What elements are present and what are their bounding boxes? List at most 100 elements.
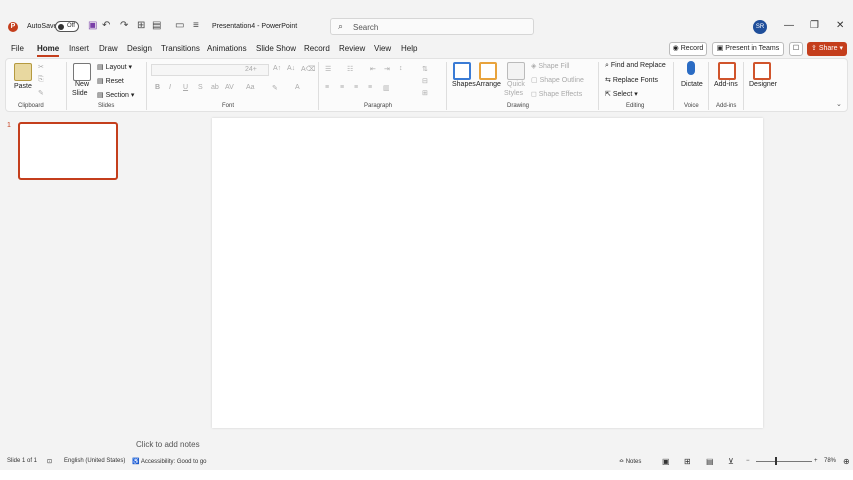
redo-icon[interactable]: ↷ bbox=[120, 20, 128, 31]
character-spacing-icon[interactable]: AV bbox=[225, 84, 234, 91]
comments-icon[interactable]: ☐ bbox=[789, 42, 803, 56]
arrange-icon[interactable] bbox=[479, 62, 497, 80]
present-from-start-icon[interactable]: ⊞ bbox=[137, 20, 145, 31]
highlight-icon[interactable]: ✎ bbox=[272, 84, 278, 92]
paste-icon[interactable] bbox=[14, 63, 32, 81]
smartart-icon[interactable]: ⊞ bbox=[422, 89, 428, 97]
replace-fonts-button[interactable]: ⇆ Replace Fonts bbox=[605, 76, 658, 84]
decrease-indent-icon[interactable]: ⇤ bbox=[370, 65, 376, 73]
numbering-icon[interactable]: ☷ bbox=[347, 65, 353, 73]
bold-button[interactable]: B bbox=[155, 84, 160, 91]
shape-fill-button[interactable]: ◈ Shape Fill bbox=[531, 62, 569, 70]
addins-icon[interactable] bbox=[718, 62, 736, 80]
language-status[interactable]: English (United States) bbox=[64, 458, 125, 464]
italic-button[interactable]: I bbox=[169, 84, 171, 91]
notes-button[interactable]: ≏ Notes bbox=[619, 458, 641, 465]
reset-button[interactable]: ▤ Reset bbox=[97, 77, 124, 85]
zoom-out-icon[interactable]: − bbox=[746, 458, 750, 464]
strikethrough-icon[interactable]: ab bbox=[211, 84, 219, 91]
clear-formatting-icon[interactable]: A⌫ bbox=[301, 65, 316, 73]
normal-view-icon[interactable]: ▣ bbox=[662, 457, 670, 466]
notes-placeholder[interactable]: Click to add notes bbox=[136, 440, 200, 449]
new-slide-qa-icon[interactable]: ▤ bbox=[152, 20, 161, 31]
shapes-label[interactable]: Shapes bbox=[452, 81, 476, 88]
slide-canvas[interactable] bbox=[212, 118, 763, 428]
arrange-label[interactable]: Arrange bbox=[476, 81, 501, 88]
fit-to-window-icon[interactable]: ⊕ bbox=[843, 457, 850, 466]
line-spacing-icon[interactable]: ↕ bbox=[399, 65, 403, 72]
minimize-icon[interactable]: — bbox=[784, 20, 794, 31]
slideshow-view-icon[interactable]: ⊻ bbox=[728, 457, 734, 466]
zoom-slider[interactable] bbox=[756, 461, 812, 462]
font-color-icon[interactable]: A bbox=[295, 84, 300, 91]
slide-thumbnail[interactable] bbox=[18, 122, 118, 180]
slide-sorter-icon[interactable]: ⊞ bbox=[684, 457, 691, 466]
collapse-ribbon-icon[interactable]: ⌄ bbox=[836, 100, 842, 108]
designer-label[interactable]: Designer bbox=[749, 81, 777, 88]
shape-outline-button[interactable]: ▢ Shape Outline bbox=[531, 76, 584, 84]
copy-icon[interactable]: ⎘ bbox=[38, 76, 44, 84]
paste-label[interactable]: Paste bbox=[14, 83, 32, 90]
tab-transitions[interactable]: Transitions bbox=[161, 44, 200, 53]
addins-label[interactable]: Add-ins bbox=[714, 81, 738, 88]
touch-mode-icon[interactable]: ▭ bbox=[175, 20, 184, 31]
zoom-slider-thumb[interactable] bbox=[775, 457, 777, 465]
underline-button[interactable]: U bbox=[183, 84, 188, 91]
microphone-icon[interactable] bbox=[687, 61, 695, 75]
align-left-icon[interactable]: ≡ bbox=[325, 84, 329, 91]
tab-design[interactable]: Design bbox=[127, 44, 152, 53]
new-slide-label-1[interactable]: New bbox=[75, 81, 89, 88]
close-icon[interactable]: ✕ bbox=[836, 20, 844, 31]
change-case-icon[interactable]: Aa bbox=[246, 84, 255, 91]
dictate-label[interactable]: Dictate bbox=[681, 81, 703, 88]
save-icon[interactable]: ▣ bbox=[88, 20, 97, 31]
undo-icon[interactable]: ↶ bbox=[102, 20, 110, 31]
present-in-teams-button[interactable]: ▣ Present in Teams bbox=[712, 42, 784, 56]
tab-help[interactable]: Help bbox=[401, 44, 417, 53]
increase-indent-icon[interactable]: ⇥ bbox=[384, 65, 390, 73]
tab-view[interactable]: View bbox=[374, 44, 391, 53]
avatar[interactable]: SR bbox=[753, 20, 767, 34]
spelling-icon[interactable]: ⊡ bbox=[47, 458, 52, 465]
shapes-icon[interactable] bbox=[453, 62, 471, 80]
zoom-in-icon[interactable]: + bbox=[814, 458, 818, 464]
reading-view-icon[interactable]: ▤ bbox=[706, 457, 714, 466]
section-button[interactable]: ▤ Section ▾ bbox=[97, 91, 134, 99]
customize-qa-icon[interactable]: ≡ bbox=[193, 20, 199, 31]
bullets-icon[interactable]: ☰ bbox=[325, 65, 331, 73]
quick-styles-icon[interactable] bbox=[507, 62, 525, 80]
font-size-value[interactable]: 24+ bbox=[245, 66, 257, 73]
quick-styles-label-2[interactable]: Styles bbox=[504, 90, 523, 97]
accessibility-status[interactable]: ♿ Accessibility: Good to go bbox=[132, 458, 207, 465]
format-painter-icon[interactable]: ✎ bbox=[38, 89, 44, 97]
tab-review[interactable]: Review bbox=[339, 44, 365, 53]
find-replace-button[interactable]: ⌕ Find and Replace bbox=[605, 62, 666, 70]
text-direction-icon[interactable]: ⇅ bbox=[422, 65, 428, 73]
shadow-button[interactable]: S bbox=[198, 84, 203, 91]
increase-font-icon[interactable]: A↑ bbox=[273, 65, 281, 72]
search-box[interactable]: ⌕ Search bbox=[330, 18, 534, 35]
new-slide-label-2[interactable]: Slide bbox=[72, 90, 88, 97]
select-button[interactable]: ⇱ Select ▾ bbox=[605, 90, 638, 98]
justify-icon[interactable]: ≡ bbox=[368, 84, 372, 91]
align-text-icon[interactable]: ⊟ bbox=[422, 77, 428, 85]
quick-styles-label-1[interactable]: Quick bbox=[507, 81, 525, 88]
align-center-icon[interactable]: ≡ bbox=[340, 84, 344, 91]
record-button[interactable]: ◉ Record bbox=[669, 42, 707, 56]
decrease-font-icon[interactable]: A↓ bbox=[287, 65, 295, 72]
cut-icon[interactable]: ✂ bbox=[38, 63, 44, 71]
layout-button[interactable]: ▤ Layout ▾ bbox=[97, 63, 132, 71]
autosave-toggle[interactable]: Off bbox=[55, 21, 79, 32]
tab-slide-show[interactable]: Slide Show bbox=[256, 44, 296, 53]
tab-animations[interactable]: Animations bbox=[207, 44, 247, 53]
columns-icon[interactable]: ▥ bbox=[383, 84, 390, 92]
tab-file[interactable]: File bbox=[11, 44, 24, 53]
tab-insert[interactable]: Insert bbox=[69, 44, 89, 53]
designer-icon[interactable] bbox=[753, 62, 771, 80]
zoom-level[interactable]: 78% bbox=[824, 458, 836, 464]
new-slide-icon[interactable] bbox=[73, 63, 91, 81]
share-button[interactable]: ⇪ Share ▾ bbox=[807, 42, 847, 56]
shape-effects-button[interactable]: ◻ Shape Effects bbox=[531, 90, 582, 98]
tab-draw[interactable]: Draw bbox=[99, 44, 118, 53]
tab-record[interactable]: Record bbox=[304, 44, 330, 53]
